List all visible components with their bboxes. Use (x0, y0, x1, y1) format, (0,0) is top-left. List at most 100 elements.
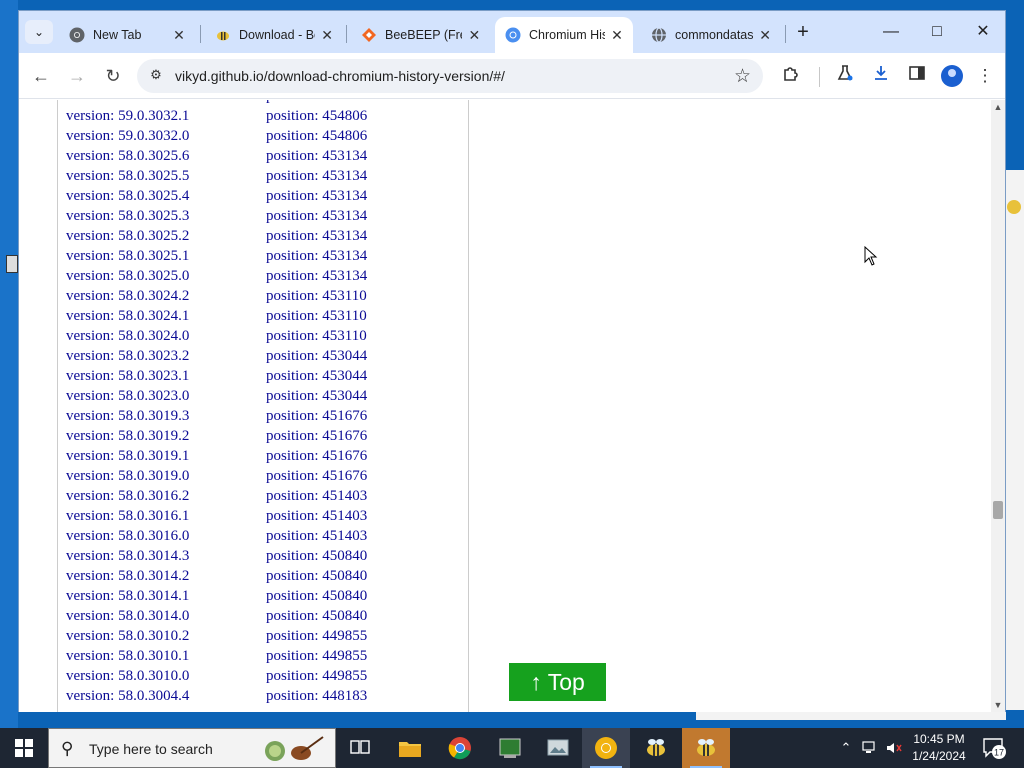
position-label[interactable]: position: 453134 (266, 268, 367, 285)
position-label[interactable]: position: 451676 (266, 408, 367, 425)
version-label[interactable]: version: 58.0.3014.2 (66, 568, 189, 585)
taskbar-app-file-explorer[interactable] (386, 728, 434, 768)
tab-commondatastorage[interactable]: commondatastorage ✕ (641, 17, 781, 53)
extensions-button[interactable] (779, 64, 803, 88)
position-label[interactable]: position: 451676 (266, 468, 367, 485)
taskbar-app-beebeep-active[interactable] (682, 728, 730, 768)
version-label[interactable]: version: 58.0.3025.4 (66, 188, 189, 205)
vertical-scrollbar[interactable]: ▲ ▼ (991, 100, 1005, 712)
position-label[interactable]: position: 453044 (266, 388, 367, 405)
task-view-button[interactable] (336, 728, 384, 768)
bookmark-star-icon[interactable]: ☆ (734, 65, 751, 88)
taskbar-search-box[interactable]: ⚲ Type here to search (48, 728, 336, 768)
position-label[interactable]: position: 450840 (266, 548, 367, 565)
forward-button[interactable]: → (63, 62, 91, 90)
tab-new-tab[interactable]: New Tab ✕ (59, 17, 197, 53)
version-label[interactable]: version: 58.0.3016.2 (66, 488, 189, 505)
version-label[interactable]: version: 58.0.3024.2 (66, 288, 189, 305)
position-label[interactable]: position: 453134 (266, 168, 367, 185)
version-label[interactable]: version: 58.0.3025.6 (66, 148, 189, 165)
close-window-button[interactable]: ✕ (963, 19, 1003, 45)
taskbar-app-photo-viewer[interactable] (534, 728, 582, 768)
version-label[interactable]: version: 58.0.3010.1 (66, 648, 189, 665)
position-label[interactable]: position: 451676 (266, 448, 367, 465)
maximize-button[interactable]: □ (917, 19, 957, 45)
position-label[interactable]: position: 451403 (266, 508, 367, 525)
version-label[interactable]: version: 58.0.3010.0 (66, 668, 189, 685)
version-label[interactable]: version: 58.0.3025.3 (66, 208, 189, 225)
version-label[interactable]: version: 58.0.3004.4 (66, 688, 189, 705)
close-icon[interactable]: ✕ (321, 27, 333, 44)
version-label[interactable]: version: 58.0.3019.2 (66, 428, 189, 445)
close-icon[interactable]: ✕ (468, 27, 481, 44)
address-bar[interactable]: ⚙ vikyd.github.io/download-chromium-hist… (137, 59, 763, 93)
version-label[interactable]: version: 59.0.3032.0 (66, 128, 189, 145)
version-label[interactable]: version: 58.0.3016.0 (66, 528, 189, 545)
taskbar-app-terminal[interactable] (486, 728, 534, 768)
close-icon[interactable]: ✕ (759, 27, 771, 44)
position-label[interactable]: position: 453110 (266, 288, 367, 305)
profile-avatar[interactable] (941, 65, 963, 87)
site-info-icon[interactable]: ⚙ (147, 67, 165, 85)
position-label[interactable]: position: 451403 (266, 488, 367, 505)
version-label[interactable]: version: 58.0.3014.3 (66, 548, 189, 565)
version-label[interactable]: version: 58.0.3014.1 (66, 588, 189, 605)
taskbar-app-chrome-canary[interactable] (582, 728, 630, 768)
back-button[interactable]: ← (27, 62, 55, 90)
position-label[interactable]: position: 451403 (266, 528, 367, 545)
notification-center-button[interactable]: 17 (982, 736, 1006, 760)
position-label[interactable]: position: 454806 (266, 128, 367, 145)
position-label[interactable]: position: 449855 (266, 648, 367, 665)
new-tab-button[interactable]: + (791, 21, 815, 45)
version-label[interactable]: version: 58.0.3024.0 (66, 328, 189, 345)
version-label[interactable]: version: 58.0.3019.0 (66, 468, 189, 485)
version-label[interactable]: version: 59.0.3033.0 (66, 100, 189, 105)
position-label[interactable]: position: 451676 (266, 428, 367, 445)
position-label[interactable]: position: 448183 (266, 688, 367, 705)
version-label[interactable]: version: 58.0.3023.2 (66, 348, 189, 365)
minimize-button[interactable]: — (871, 19, 911, 45)
position-label[interactable]: position: 449855 (266, 628, 367, 645)
reload-button[interactable]: ↻ (99, 62, 127, 90)
menu-button[interactable]: ⋮ (973, 64, 997, 88)
network-button[interactable] (860, 728, 880, 768)
version-label[interactable]: version: 58.0.3025.1 (66, 248, 189, 265)
position-label[interactable]: position: 450840 (266, 608, 367, 625)
scroll-up-arrow-icon[interactable]: ▲ (991, 100, 1005, 114)
position-label[interactable]: position: 449855 (266, 668, 367, 685)
position-label[interactable]: position: 453044 (266, 348, 367, 365)
taskbar-app-chrome[interactable] (436, 728, 484, 768)
downloads-button[interactable] (869, 64, 893, 88)
position-label[interactable]: position: 453134 (266, 148, 367, 165)
scroll-thumb[interactable] (993, 501, 1003, 519)
scroll-to-top-button[interactable]: ↑ Top (509, 663, 606, 701)
scroll-down-arrow-icon[interactable]: ▼ (991, 698, 1005, 712)
show-hidden-icons-button[interactable]: ⌃ (836, 728, 856, 768)
desktop-shortcut-icon[interactable] (6, 255, 18, 273)
system-clock[interactable]: 10:45 PM 1/24/2024 (900, 731, 978, 765)
version-label[interactable]: version: 58.0.3019.1 (66, 448, 189, 465)
position-label[interactable]: position: 453134 (266, 208, 367, 225)
version-label[interactable]: version: 58.0.3025.0 (66, 268, 189, 285)
start-button[interactable] (0, 728, 48, 768)
version-label[interactable]: version: 58.0.3010.2 (66, 628, 189, 645)
close-icon[interactable]: ✕ (611, 27, 623, 44)
background-window[interactable] (1004, 170, 1024, 710)
version-label[interactable]: version: 58.0.3025.2 (66, 228, 189, 245)
side-panel-button[interactable] (905, 64, 929, 88)
tab-download-beebeep[interactable]: Download - BeeBEEP ✕ (205, 17, 343, 53)
version-label[interactable]: version: 58.0.3019.3 (66, 408, 189, 425)
version-label[interactable]: version: 58.0.3024.1 (66, 308, 189, 325)
version-label[interactable]: version: 58.0.3014.0 (66, 608, 189, 625)
position-label[interactable]: position: 453134 (266, 188, 367, 205)
taskbar-app-beebeep[interactable] (632, 728, 680, 768)
position-label[interactable]: position: 453134 (266, 228, 367, 245)
labs-button[interactable] (833, 64, 857, 88)
url-text[interactable]: vikyd.github.io/download-chromium-histor… (175, 68, 505, 84)
position-label[interactable]: position: 453110 (266, 308, 367, 325)
position-label[interactable]: position: 454806 (266, 108, 367, 125)
version-list-panel[interactable]: version: 59.0.3033.0position: 455023vers… (57, 100, 469, 712)
version-label[interactable]: version: 59.0.3032.1 (66, 108, 189, 125)
position-label[interactable]: position: 450840 (266, 588, 367, 605)
version-label[interactable]: version: 58.0.3025.5 (66, 168, 189, 185)
